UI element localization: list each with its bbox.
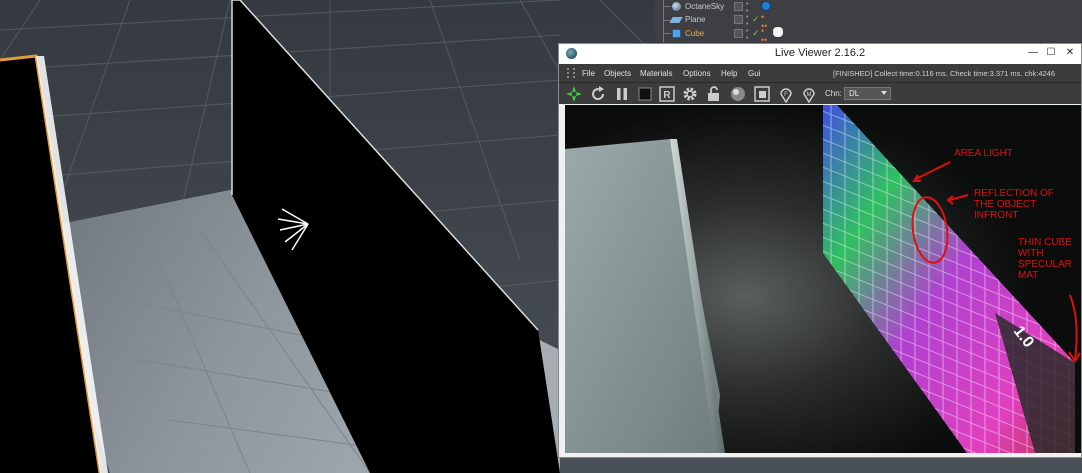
plane-icon (669, 17, 683, 23)
stop-icon[interactable] (636, 85, 654, 103)
octane-environment-tag-icon[interactable] (761, 1, 771, 11)
sky-icon (672, 2, 681, 11)
annotation-line: THIN CUBE (1018, 237, 1072, 248)
object-row-octanesky[interactable]: OctaneSky • • (655, 0, 1082, 15)
material-picker-icon[interactable]: M (800, 85, 818, 103)
object-row-plane[interactable]: Plane • • ✓ • •• (655, 13, 1082, 31)
enabled-check-icon[interactable]: ✓ (752, 29, 760, 38)
annotation-line: WITH (1018, 248, 1044, 259)
annotation-line: THE OBJECT (974, 199, 1037, 210)
enabled-check-icon[interactable]: ✓ (752, 15, 760, 24)
grip-handle-icon[interactable] (567, 68, 575, 78)
annotation-line: REFLECTION OF (974, 188, 1055, 199)
close-icon[interactable]: ✕ (1062, 45, 1078, 61)
annotation-reflection: REFLECTION OF THE OBJECT INFRONT (974, 188, 1054, 221)
object-row-cube[interactable]: Cube • • ✓ • •• (655, 26, 1082, 45)
minimize-icon[interactable]: — (1025, 45, 1041, 61)
layer-flag-icon[interactable] (734, 15, 743, 24)
menu-file[interactable]: File (582, 69, 595, 78)
menu-help[interactable]: Help (721, 69, 737, 78)
material-ball-icon[interactable] (729, 85, 747, 103)
layer-flag-icon[interactable] (734, 2, 743, 11)
region-render-icon[interactable]: R (658, 85, 676, 103)
settings-gear-icon[interactable] (681, 85, 699, 103)
menu-bar: File Objects Materials Options Help Gui … (559, 64, 1081, 82)
annotation-thin-cube: THIN CUBE WITH SPECULAR MAT (1018, 237, 1072, 281)
object-manager: OctaneSky • • Plane • • ✓ • •• Cube • • ✓ • •… (655, 0, 1082, 45)
visibility-dots-icon[interactable]: • • (746, 28, 748, 42)
svg-text:M: M (807, 92, 812, 98)
pause-icon[interactable] (613, 85, 631, 103)
annotation-line: MAT (1018, 270, 1039, 281)
maximize-icon[interactable]: ☐ (1043, 45, 1059, 61)
lock-icon[interactable] (705, 85, 723, 103)
object-name: OctaneSky (685, 2, 725, 11)
clay-mode-icon[interactable] (753, 85, 771, 103)
cube-icon (672, 29, 681, 38)
menu-options[interactable]: Options (683, 69, 711, 78)
title-bar[interactable]: Live Viewer 2.16.2 — ☐ ✕ (559, 44, 1081, 64)
annotation-line: INFRONT (974, 210, 1019, 221)
annotation-area-light: AREA LIGHT (954, 148, 1013, 159)
object-name: Plane (685, 15, 706, 24)
annotation-line: SPECULAR (1018, 259, 1072, 270)
chevron-down-icon (881, 91, 887, 95)
layer-flag-icon[interactable] (734, 29, 743, 38)
channel-select[interactable]: DL (844, 87, 891, 100)
menu-gui[interactable]: Gui (748, 69, 760, 78)
svg-text:F: F (784, 92, 788, 98)
restart-icon[interactable] (589, 85, 607, 103)
svg-text:R: R (663, 90, 671, 101)
specular-material-tag-icon[interactable] (773, 27, 783, 37)
menu-materials[interactable]: Materials (640, 69, 672, 78)
channel-label: Chn: (825, 89, 842, 98)
menu-objects[interactable]: Objects (604, 69, 631, 78)
live-viewer-window[interactable]: Live Viewer 2.16.2 — ☐ ✕ File Objects Ma… (558, 43, 1082, 458)
render-status-text: [FINISHED] Collect time:0.116 ms. Check … (833, 69, 1056, 78)
send-scene-icon[interactable] (565, 85, 583, 103)
channel-value: DL (849, 89, 860, 98)
window-title: Live Viewer 2.16.2 (774, 47, 866, 59)
toolbar: R F M Chn: DL (559, 82, 1081, 104)
focus-picker-icon[interactable]: F (777, 85, 795, 103)
object-name: Cube (685, 29, 705, 38)
